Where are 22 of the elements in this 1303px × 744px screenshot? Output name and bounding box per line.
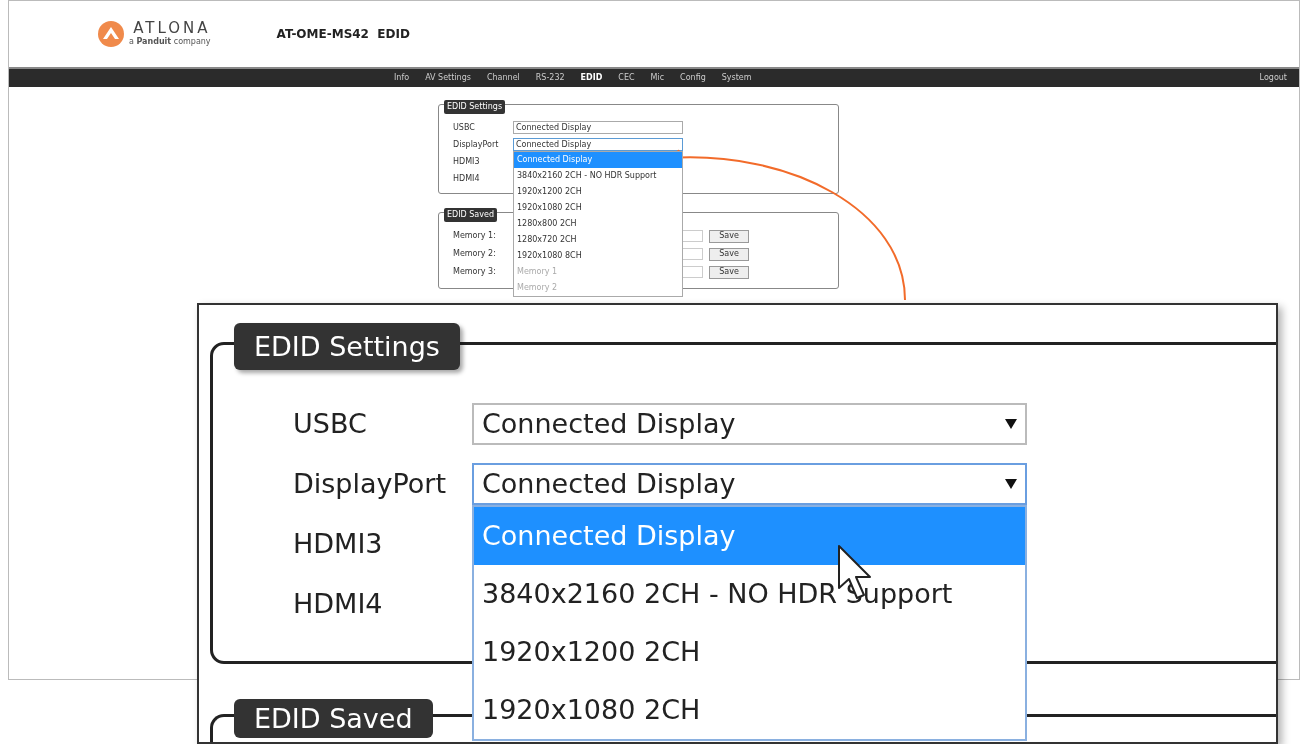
- input-label: HDMI4: [453, 172, 481, 185]
- select-value: Connected Display: [516, 121, 592, 134]
- input-label: HDMI4: [293, 586, 384, 621]
- panel-legend: EDID Saved: [444, 208, 497, 222]
- logo-tagline: a Panduit company: [129, 35, 211, 48]
- logo-wordmark: ATLONA: [133, 20, 211, 36]
- input-label: Memory 3:: [453, 266, 497, 278]
- input-label: DisplayPort: [453, 138, 500, 151]
- panel-legend: EDID Settings: [234, 323, 460, 370]
- input-label: HDMI3: [453, 155, 481, 168]
- select-value: Connected Display: [482, 466, 736, 501]
- select-value: Connected Display: [482, 406, 736, 441]
- input-label: HDMI3: [293, 526, 384, 561]
- input-label: Memory 2:: [453, 248, 497, 260]
- panel-legend: EDID Saved: [234, 699, 433, 738]
- input-label: USBC: [293, 406, 368, 441]
- page-title: AT-OME-MS42 EDID: [276, 26, 410, 43]
- panel-legend: EDID Settings: [444, 100, 506, 114]
- select-value: Connected Display: [516, 138, 592, 151]
- input-label: Memory 1:: [453, 230, 497, 242]
- input-label: USBC: [453, 121, 476, 134]
- input-label: DisplayPort: [293, 466, 448, 501]
